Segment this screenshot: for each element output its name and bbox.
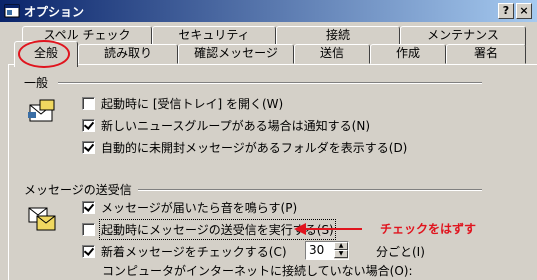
tab-signatures[interactable]: 署名 xyxy=(446,44,526,64)
window-title: オプション xyxy=(24,5,85,19)
tab-send[interactable]: 送信 xyxy=(294,44,370,64)
highlight-ellipse xyxy=(18,40,70,68)
close-button[interactable]: × xyxy=(516,3,532,19)
tab-maintenance[interactable]: メンテナンス xyxy=(400,26,526,46)
tab-compose[interactable]: 作成 xyxy=(370,44,446,64)
tab-security[interactable]: セキュリティ xyxy=(152,26,276,46)
tab-panel-general xyxy=(8,64,537,280)
tab-connection[interactable]: 接続 xyxy=(276,26,400,46)
tab-read[interactable]: 読み取り xyxy=(78,44,178,64)
title-bar: オプション ? × xyxy=(0,0,537,22)
help-button[interactable]: ? xyxy=(498,3,514,19)
tab-receipts[interactable]: 確認メッセージ xyxy=(178,44,294,64)
options-app-icon xyxy=(4,4,20,18)
